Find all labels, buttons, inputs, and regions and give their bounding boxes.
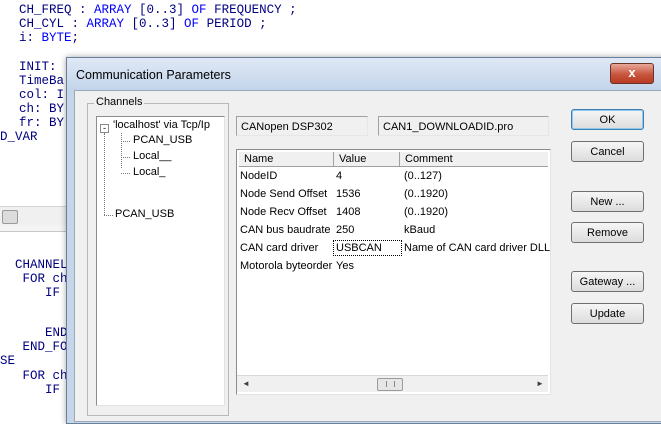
code-fragment: ch: BY: [4, 102, 65, 116]
grip-icon: [386, 381, 395, 387]
dialog-title: Communication Parameters: [76, 68, 231, 82]
dialog-client-area: Channels - 'localhost' via Tcp/Ip PCAN_U…: [74, 90, 661, 422]
code-fragment: fr: BY: [4, 116, 65, 130]
row-value[interactable]: 1536: [336, 187, 360, 201]
row-comment: kBaud: [404, 224, 436, 236]
row-name: CAN bus baudrate: [240, 224, 331, 236]
row-name: Motorola byteorder: [240, 260, 333, 272]
code-fragment: CHANNEL: [0, 258, 68, 272]
row-comment: (0..127): [404, 170, 442, 182]
cancel-button[interactable]: Cancel: [571, 141, 644, 162]
code-line-ch-freq: CH_FREQ : ARRAY [0..3] OF FREQUENCY ;: [4, 3, 297, 17]
tree-connector: [121, 133, 122, 168]
tree-connector: [121, 173, 130, 174]
row-value[interactable]: 4: [336, 169, 342, 183]
grid-horizontal-scrollbar[interactable]: ◄ ►: [237, 375, 548, 392]
scrollbar-thumb[interactable]: [2, 210, 18, 224]
code-fragment: FOR ch: [0, 272, 68, 286]
tree-item-pcan-usb[interactable]: PCAN_USB: [133, 134, 192, 146]
column-header-name[interactable]: Name: [239, 152, 334, 167]
channels-label: Channels: [94, 96, 145, 108]
row-comment: Name of CAN card driver DLL: [404, 242, 551, 254]
row-value[interactable]: 1408: [336, 205, 360, 219]
device-name-field: CANopen DSP302: [236, 116, 368, 136]
tree-connector: [121, 157, 130, 158]
update-button[interactable]: Update: [571, 303, 644, 324]
tree-item-local-double[interactable]: Local__: [133, 150, 172, 162]
code-fragment: END: [0, 326, 68, 340]
tree-item-pcan-usb-top[interactable]: PCAN_USB: [115, 208, 174, 220]
row-comment: (0..1920): [404, 188, 449, 200]
code-line-ch-cyl: CH_CYL : ARRAY [0..3] OF PERIOD ;: [4, 17, 267, 31]
row-value-editing[interactable]: USBCAN: [333, 240, 402, 256]
parameters-grid[interactable]: Name Value Comment NodeID 4 (0..127) Nod…: [236, 149, 551, 395]
scroll-left-icon[interactable]: ◄: [239, 378, 253, 390]
column-header-comment[interactable]: Comment: [400, 152, 548, 167]
close-button[interactable]: x: [610, 63, 654, 84]
code-fragment: D_VAR: [0, 130, 38, 144]
tree-item-localhost-tcpip[interactable]: 'localhost' via Tcp/Ip: [113, 119, 210, 131]
code-fragment: END_FO: [0, 340, 68, 354]
project-file-field: CAN1_DOWNLOADID.pro: [378, 116, 549, 136]
code-fragment: col: I: [4, 88, 65, 102]
code-fragment: FOR ch: [0, 369, 68, 383]
row-comment: (0..1920): [404, 206, 449, 218]
tree-connector: [104, 215, 113, 216]
row-name: CAN card driver: [240, 242, 319, 254]
row-value[interactable]: 250: [336, 223, 354, 237]
collapse-icon[interactable]: -: [100, 124, 109, 133]
channels-tree[interactable]: - 'localhost' via Tcp/Ip PCAN_USB Local_…: [96, 116, 225, 406]
communication-parameters-dialog: Communication Parameters x Channels - 'l…: [66, 57, 661, 424]
code-fragment: INIT:: [4, 60, 57, 74]
row-name: Node Recv Offset: [240, 206, 327, 218]
tree-item-local-single[interactable]: Local_: [133, 166, 165, 178]
tree-connector: [121, 141, 130, 142]
new-button[interactable]: New ...: [571, 191, 644, 212]
code-fragment: IF: [0, 383, 61, 397]
remove-button[interactable]: Remove: [571, 222, 644, 243]
scrollbar-thumb[interactable]: [377, 378, 403, 391]
row-name: NodeID: [240, 170, 278, 182]
code-fragment: IF: [0, 286, 61, 300]
gateway-button[interactable]: Gateway ...: [571, 271, 644, 292]
row-name: Node Send Offset: [240, 188, 328, 200]
code-fragment: TimeBa: [4, 74, 65, 88]
dialog-title-bar[interactable]: Communication Parameters x: [67, 58, 661, 90]
tree-connector: [104, 133, 105, 215]
code-fragment: SE: [0, 354, 16, 368]
code-line-i: i: BYTE;: [4, 31, 80, 45]
editor-splitter[interactable]: [0, 225, 70, 232]
ok-button[interactable]: OK: [571, 109, 644, 130]
editor-horizontal-scrollbar[interactable]: [0, 206, 70, 226]
row-value[interactable]: Yes: [336, 259, 354, 273]
scroll-right-icon[interactable]: ►: [533, 378, 547, 390]
column-header-value[interactable]: Value: [334, 152, 400, 167]
